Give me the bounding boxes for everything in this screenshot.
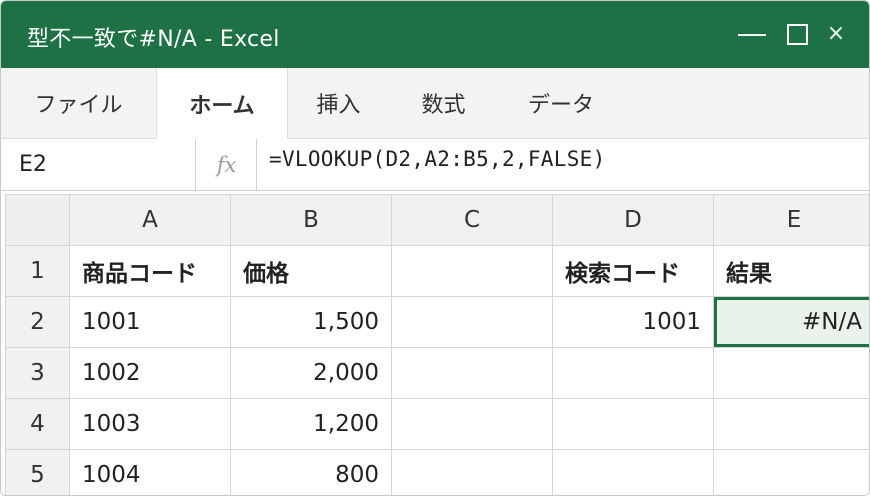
fx-icon[interactable]: fx	[197, 139, 257, 190]
cell-a5[interactable]: 1004	[70, 450, 230, 495]
row-header-2[interactable]: 2	[6, 297, 69, 347]
cell-e4[interactable]	[714, 399, 869, 449]
cell-a2[interactable]: 1001	[70, 297, 230, 347]
ribbon-tabs: ファイル ホーム 挿入 数式 データ	[1, 68, 869, 139]
tab-file[interactable]: ファイル	[1, 68, 156, 138]
minimize-icon[interactable]	[734, 17, 770, 51]
tab-formulas[interactable]: 数式	[391, 68, 496, 138]
cell-d3[interactable]	[553, 348, 713, 398]
cell-b5[interactable]: 800	[231, 450, 391, 495]
excel-window: 型不一致で#N/A - Excel × ファイル ホーム 挿入 数式 データ E…	[0, 0, 870, 496]
window-title: 型不一致で#N/A - Excel	[27, 27, 280, 52]
close-icon[interactable]: ×	[821, 17, 851, 51]
column-header-c[interactable]: C	[392, 195, 552, 245]
tab-data[interactable]: データ	[496, 68, 626, 138]
cell-b4[interactable]: 1,200	[231, 399, 391, 449]
column-header-d[interactable]: D	[553, 195, 713, 245]
cell-a4[interactable]: 1003	[70, 399, 230, 449]
cell-c1[interactable]	[392, 246, 552, 296]
cell-d1[interactable]: 検索コード	[553, 246, 713, 296]
cell-c3[interactable]	[392, 348, 552, 398]
cell-e2-selected[interactable]: #N/A	[714, 297, 869, 347]
row-header-4[interactable]: 4	[6, 399, 69, 449]
cell-c4[interactable]	[392, 399, 552, 449]
cell-b3[interactable]: 2,000	[231, 348, 391, 398]
cell-a1[interactable]: 商品コード	[70, 246, 230, 296]
name-box[interactable]: E2	[1, 139, 196, 190]
cell-d4[interactable]	[553, 399, 713, 449]
cell-c5[interactable]	[392, 450, 552, 495]
tab-insert[interactable]: 挿入	[286, 68, 391, 138]
cell-b2[interactable]: 1,500	[231, 297, 391, 347]
cell-d2[interactable]: 1001	[553, 297, 713, 347]
row-header-3[interactable]: 3	[6, 348, 69, 398]
cell-c2[interactable]	[392, 297, 552, 347]
row-header-5[interactable]: 5	[6, 450, 69, 495]
formula-input[interactable]: =VLOOKUP(D2,A2:B5,2,FALSE)	[269, 147, 606, 171]
column-header-b[interactable]: B	[231, 195, 391, 245]
cell-d5[interactable]	[553, 450, 713, 495]
cell-e3[interactable]	[714, 348, 869, 398]
maximize-icon[interactable]	[781, 17, 813, 51]
cell-e5[interactable]	[714, 450, 869, 495]
spreadsheet-grid: A B C D E 1 商品コード 価格 検索コード 結果 2 1001 1,5…	[5, 194, 869, 495]
cell-e1[interactable]: 結果	[714, 246, 869, 296]
title-bar: 型不一致で#N/A - Excel ×	[1, 1, 869, 68]
cell-a3[interactable]: 1002	[70, 348, 230, 398]
column-header-a[interactable]: A	[70, 195, 230, 245]
tab-home[interactable]: ホーム	[156, 68, 288, 139]
formula-bar: E2 fx =VLOOKUP(D2,A2:B5,2,FALSE)	[1, 139, 869, 191]
select-all-corner[interactable]	[6, 195, 69, 245]
row-header-1[interactable]: 1	[6, 246, 69, 296]
cell-b1[interactable]: 価格	[231, 246, 391, 296]
column-header-e[interactable]: E	[714, 195, 869, 245]
